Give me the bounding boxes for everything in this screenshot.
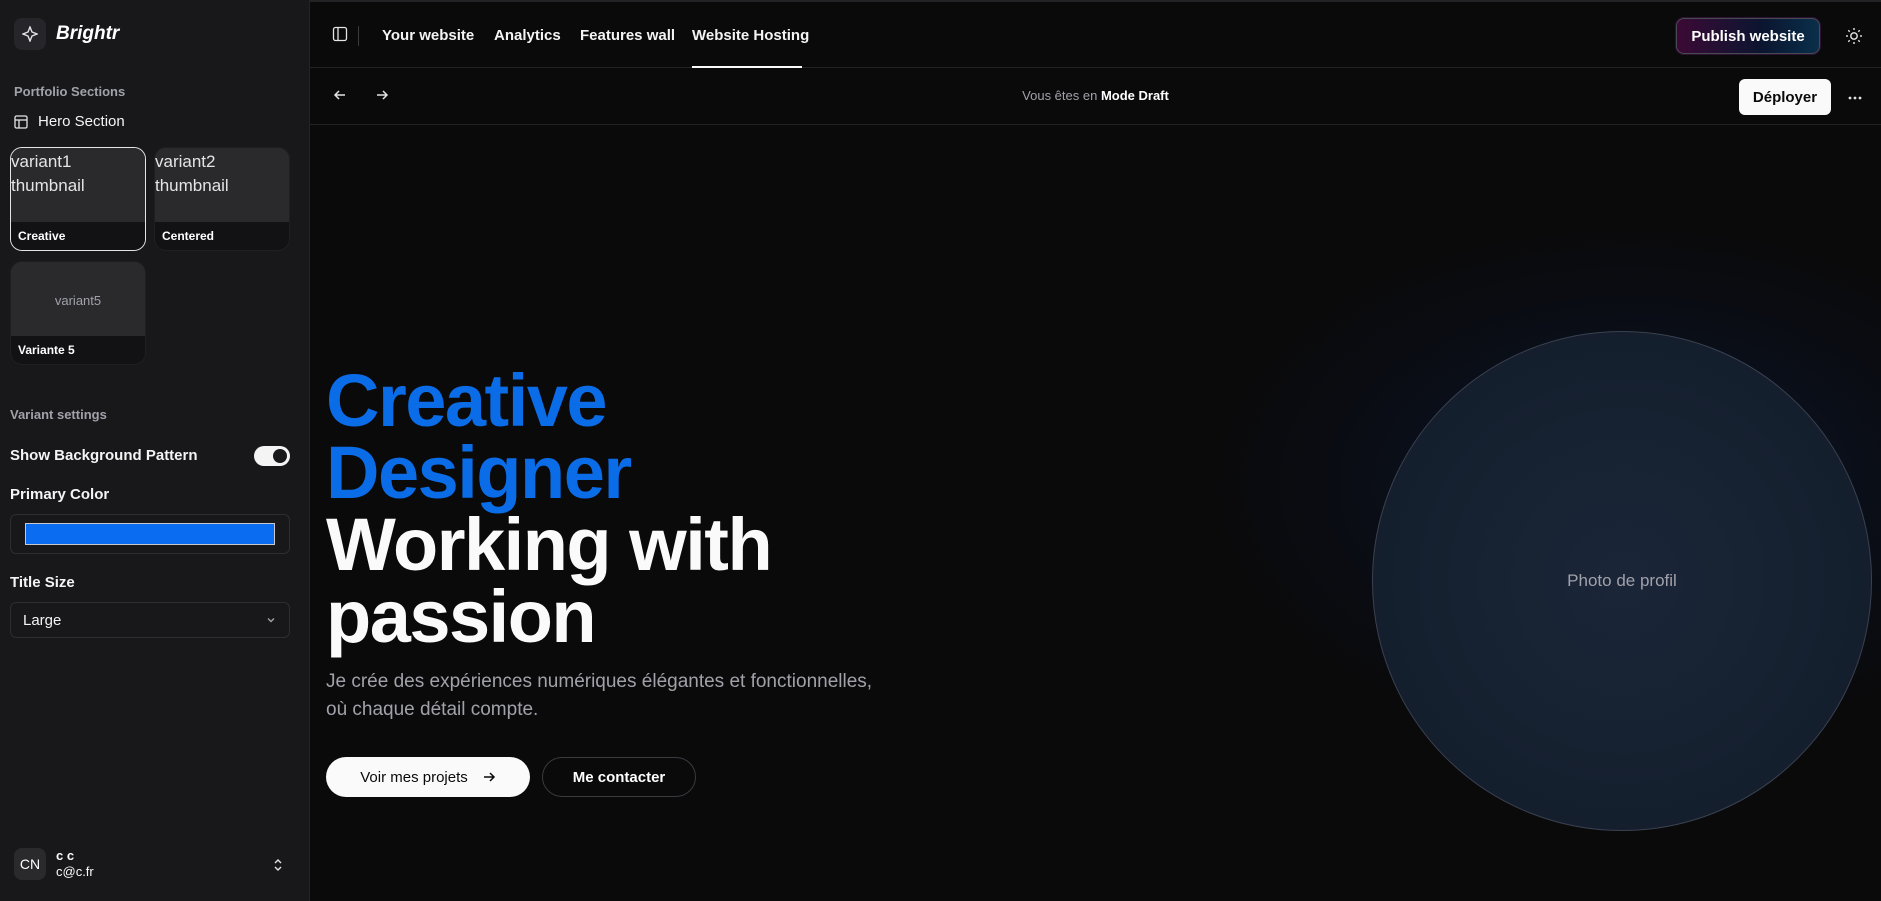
variant-card-centered[interactable]: variant2 thumbnail Centered	[154, 147, 290, 251]
primary-color-input[interactable]	[10, 514, 290, 554]
deploy-button[interactable]: Déployer	[1739, 79, 1831, 115]
arrow-right-icon	[483, 772, 495, 782]
title-size-select[interactable]: Large	[10, 602, 290, 638]
title-size-value: Large	[23, 611, 62, 629]
sidebar: Brightr Portfolio Sections Hero Section …	[0, 0, 310, 901]
layout-icon	[14, 114, 28, 129]
brand-name: Brightr	[56, 23, 120, 44]
chevrons-up-down-icon[interactable]	[272, 857, 284, 873]
tab-analytics[interactable]: Analytics	[494, 27, 561, 44]
show-bg-pattern-label: Show Background Pattern	[10, 447, 198, 464]
user-menu[interactable]: CN c c c@c.fr	[14, 848, 94, 880]
hero-section-label: Hero Section	[38, 113, 125, 130]
variant-settings-label: Variant settings	[10, 407, 107, 422]
publish-website-button[interactable]: Publish website	[1676, 18, 1820, 54]
profile-photo-label: Photo de profil	[1567, 571, 1677, 590]
divider	[358, 26, 359, 46]
avatar: CN	[14, 848, 46, 880]
toggle-knob	[273, 449, 287, 463]
view-projects-button[interactable]: Voir mes projets	[326, 757, 530, 797]
tab-website-hosting[interactable]: Website Hosting	[692, 27, 809, 44]
draft-mode: Mode Draft	[1100, 88, 1169, 103]
tab-features-wall[interactable]: Features wall	[580, 27, 675, 44]
color-swatch	[25, 523, 275, 545]
hero-title-line: Working with	[326, 503, 773, 586]
top-navigation: Your website Analytics Features wall Web…	[310, 0, 1881, 68]
variant-label: Creative	[11, 222, 145, 250]
hero-title: Creative Designer Working with passion	[326, 359, 773, 658]
primary-color-label: Primary Color	[10, 486, 110, 503]
variant-card-variante-5[interactable]: variant5 Variante 5	[10, 261, 146, 365]
brand[interactable]: Brightr	[14, 18, 119, 50]
sidebar-item-hero-section[interactable]: Hero Section	[14, 113, 125, 130]
editor-toolbar: Vous êtes en Mode Draft Déployer	[310, 68, 1881, 125]
portfolio-sections-label: Portfolio Sections	[14, 84, 126, 99]
profile-photo: Photo de profil	[1372, 331, 1872, 831]
tab-your-website[interactable]: Your website	[382, 27, 474, 44]
hero-title-line: Creative	[326, 359, 608, 442]
more-horizontal-icon[interactable]	[1847, 90, 1863, 106]
user-email: c@c.fr	[56, 864, 94, 879]
variant-label: Variante 5	[11, 336, 145, 364]
draft-status: Vous êtes en Mode Draft	[310, 88, 1881, 103]
variant-thumbnail: variant5	[11, 262, 145, 338]
view-projects-label: Voir mes projets	[360, 768, 468, 786]
hero-title-line: passion	[326, 575, 597, 658]
show-bg-pattern-toggle[interactable]	[254, 446, 290, 466]
variant-thumbnail: variant2 thumbnail	[155, 148, 289, 224]
sun-icon[interactable]	[1845, 27, 1863, 45]
title-size-label: Title Size	[10, 574, 75, 591]
website-preview: Photo de profil Creative Designer Workin…	[310, 125, 1881, 901]
hero-subtitle-line: où chaque détail compte.	[326, 699, 539, 720]
sidebar-toggle-icon[interactable]	[332, 26, 348, 42]
brand-logo-icon	[14, 18, 46, 50]
variant-label: Centered	[155, 222, 289, 250]
variant-card-creative[interactable]: variant1 thumbnail Creative	[10, 147, 146, 251]
hero-title-line: Designer	[326, 431, 632, 514]
chevron-down-icon	[267, 618, 275, 623]
draft-prefix: Vous êtes en	[1022, 88, 1098, 103]
hero-subtitle-line: Je crée des expériences numériques éléga…	[326, 671, 873, 692]
hero-subtitle: Je crée des expériences numériques éléga…	[326, 668, 886, 724]
user-info: c c c@c.fr	[56, 848, 94, 880]
user-name: c c	[56, 848, 75, 863]
contact-button[interactable]: Me contacter	[542, 757, 696, 797]
variant-thumbnail: variant1 thumbnail	[11, 148, 145, 224]
